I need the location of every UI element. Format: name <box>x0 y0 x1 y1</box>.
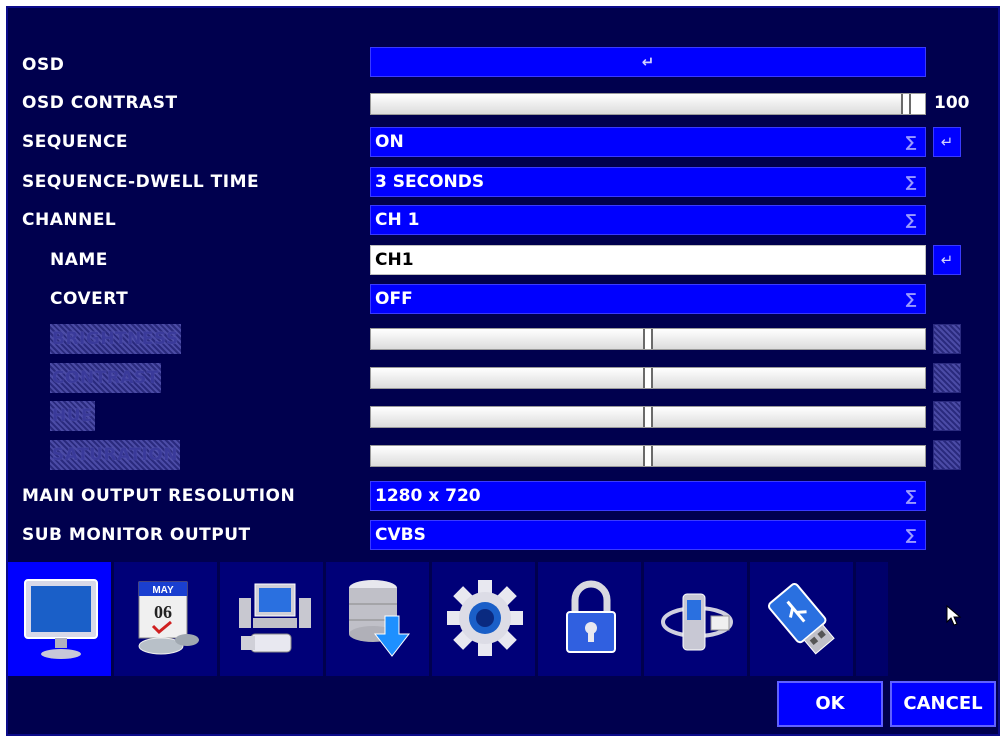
main-output-resolution-value: 1280 x 720 <box>375 486 481 506</box>
hue-slider <box>370 406 926 428</box>
saturation-slider <box>370 445 926 467</box>
brightness-slider-thumb <box>643 329 653 349</box>
tab-devices[interactable] <box>220 562 326 676</box>
ok-button[interactable]: OK <box>777 681 883 727</box>
hue-slider-thumb <box>643 407 653 427</box>
main-output-resolution-dropdown[interactable]: 1280 x 720 ∑ <box>370 481 926 511</box>
osd-contrast-slider[interactable] <box>370 93 926 115</box>
tab-configuration[interactable] <box>432 562 538 676</box>
saturation-value <box>933 440 961 470</box>
brightness-slider <box>370 328 926 350</box>
enter-icon: ↵ <box>641 53 655 71</box>
channel-name-value: CH1 <box>375 250 414 270</box>
hue-value <box>933 401 961 431</box>
osd-label: OSD <box>22 55 65 75</box>
name-label: NAME <box>50 250 108 270</box>
covert-label: COVERT <box>50 289 129 309</box>
tab-network[interactable] <box>644 562 750 676</box>
sequence-dwell-time-label: SEQUENCE-DWELL TIME <box>22 172 260 192</box>
sequence-dwell-time-value: 3 SECONDS <box>375 172 485 192</box>
monitor-icon <box>24 579 98 659</box>
dropdown-arrow-icon: ∑ <box>905 133 917 151</box>
contrast-value <box>933 363 961 393</box>
saturation-slider-thumb <box>643 446 653 466</box>
storage-database-icon <box>349 580 411 657</box>
contrast-label: CONTRAST <box>50 363 161 393</box>
gear-icon <box>447 580 523 656</box>
enter-icon: ↵ <box>940 133 954 151</box>
mouse-pointer-icon <box>946 604 962 626</box>
sequence-dropdown[interactable]: ON ∑ <box>370 127 926 157</box>
sequence-label: SEQUENCE <box>22 132 129 152</box>
main-output-resolution-label: MAIN OUTPUT RESOLUTION <box>22 486 296 506</box>
dropdown-arrow-icon: ∑ <box>905 290 917 308</box>
brightness-value <box>933 324 961 354</box>
usb-drive-icon <box>767 583 835 655</box>
sub-monitor-output-dropdown[interactable]: CVBS ∑ <box>370 520 926 550</box>
contrast-slider-thumb <box>643 368 653 388</box>
covert-value: OFF <box>375 289 413 309</box>
sub-monitor-output-label: SUB MONITOR OUTPUT <box>22 525 251 545</box>
calendar-icon: MAY 06 <box>138 581 199 655</box>
osd-contrast-label: OSD CONTRAST <box>22 93 178 113</box>
tab-usb-backup[interactable] <box>750 562 856 676</box>
channel-dropdown[interactable]: CH 1 ∑ <box>370 205 926 235</box>
sequence-dwell-time-dropdown[interactable]: 3 SECONDS ∑ <box>370 167 926 197</box>
contrast-slider <box>370 367 926 389</box>
dropdown-arrow-icon: ∑ <box>905 487 917 505</box>
tab-display[interactable] <box>8 562 114 676</box>
sequence-value: ON <box>375 132 404 152</box>
channel-name-input[interactable]: CH1 <box>370 245 926 275</box>
network-computer-icon <box>239 583 311 653</box>
enter-icon: ↵ <box>940 251 954 269</box>
dropdown-arrow-icon: ∑ <box>905 173 917 191</box>
osd-contrast-value: 100 <box>934 93 970 113</box>
name-edit-button[interactable]: ↵ <box>933 245 961 275</box>
calendar-day: 06 <box>154 602 172 622</box>
brightness-label: BRIGHTNESS <box>50 324 181 354</box>
cancel-button[interactable]: CANCEL <box>890 681 996 727</box>
hue-label: HUE <box>50 401 96 431</box>
tab-schedule[interactable]: MAY 06 <box>114 562 220 676</box>
tab-storage[interactable] <box>326 562 432 676</box>
settings-tab-bar: MAY 06 <box>8 562 888 676</box>
channel-value: CH 1 <box>375 210 420 230</box>
dropdown-arrow-icon: ∑ <box>905 526 917 544</box>
dropdown-arrow-icon: ∑ <box>905 211 917 229</box>
covert-dropdown[interactable]: OFF ∑ <box>370 284 926 314</box>
saturation-label: SATURATION <box>50 440 181 470</box>
calendar-month: MAY <box>152 585 174 596</box>
osd-setup-button[interactable]: ↵ <box>370 47 926 77</box>
channel-label: CHANNEL <box>22 210 117 230</box>
sequence-setup-button[interactable]: ↵ <box>933 127 961 157</box>
sub-monitor-output-value: CVBS <box>375 525 426 545</box>
tab-security[interactable] <box>538 562 644 676</box>
remote-device-icon <box>661 593 733 651</box>
padlock-icon <box>566 580 616 653</box>
